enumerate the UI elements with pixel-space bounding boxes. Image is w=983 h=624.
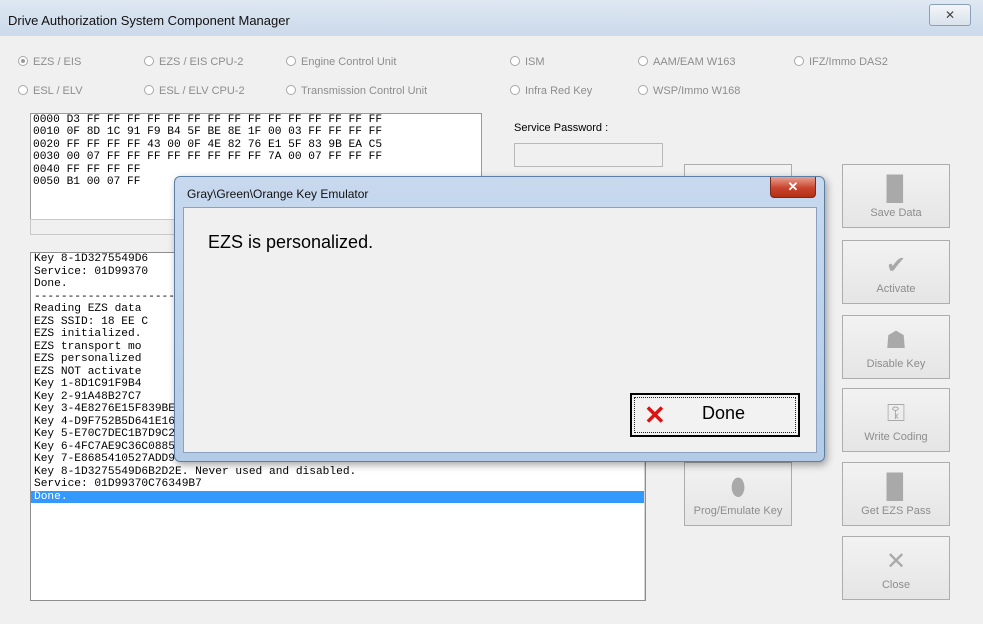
close-x-icon: ✕	[885, 548, 907, 575]
radio-engine-control-unit[interactable]: Engine Control Unit	[286, 56, 396, 68]
disable-key-button[interactable]: ☗ Disable Key	[842, 315, 950, 379]
title-bar: Drive Authorization System Component Man…	[0, 0, 983, 36]
close-button[interactable]: ✕ Close	[842, 536, 950, 600]
done-button[interactable]: ✕ Done	[630, 393, 800, 437]
key-icon: ☗	[885, 327, 907, 354]
prog-emulate-key-button[interactable]: ⬮ Prog/Emulate Key	[684, 462, 792, 526]
main-window: Drive Authorization System Component Man…	[0, 0, 983, 624]
ezs-icon: ▉	[886, 474, 906, 501]
log-line-selected: Done.	[31, 490, 645, 503]
radio-aam-eam-w163[interactable]: AAM/EAM W163	[638, 56, 736, 68]
close-icon: ✕	[787, 179, 799, 194]
activate-button[interactable]: ✔ Activate	[842, 240, 950, 304]
done-button-label: Done	[702, 403, 746, 423]
checkmark-icon: ✔	[885, 252, 907, 279]
service-password-field[interactable]	[514, 143, 663, 167]
save-data-button[interactable]: ▉ Save Data	[842, 164, 950, 228]
write-coding-button[interactable]: ⚿ Write Coding	[842, 388, 950, 452]
window-close-button[interactable]: ✕	[929, 4, 971, 26]
key-write-icon: ⚿	[886, 400, 906, 427]
emulator-dialog: Gray\Green\Orange Key Emulator ✕ EZS is …	[174, 176, 825, 462]
save-icon: ▉	[886, 176, 906, 203]
radio-ezs-eis[interactable]: EZS / EIS	[18, 56, 81, 68]
dialog-title: Gray\Green\Orange Key Emulator	[187, 187, 369, 201]
get-ezs-pass-button[interactable]: ▉ Get EZS Pass	[842, 462, 950, 526]
radio-esl-elv[interactable]: ESL / ELV	[18, 85, 83, 97]
radio-ism[interactable]: ISM	[510, 56, 545, 68]
radio-wsp-immo-w168[interactable]: WSP/Immo W168	[638, 85, 740, 97]
radio-ezs-eis-cpu2[interactable]: EZS / EIS CPU-2	[144, 56, 243, 68]
radio-infra-red-key[interactable]: Infra Red Key	[510, 85, 592, 97]
radio-dot-selected	[18, 56, 28, 66]
hex-line: 0030 00 07 FF FF FF FF FF FF FF FF 7A 00…	[33, 151, 383, 164]
key-fob-icon: ⬮	[730, 474, 746, 501]
log-line: Key 8-1D3275549D6B2D2E. Never used and d…	[34, 465, 357, 478]
radio-ifz-immo-das2[interactable]: IFZ/Immo DAS2	[794, 56, 888, 68]
window-title: Drive Authorization System Component Man…	[8, 13, 290, 28]
hex-line: 0010 0F 8D 1C 91 F9 B4 5F BE 8E 1F 00 03…	[33, 126, 383, 139]
hex-line: 0000 D3 FF FF FF FF FF FF FF FF FF FF FF…	[33, 114, 383, 126]
hex-line: 0040 FF FF FF FF	[33, 163, 141, 176]
hex-line: 0020 FF FF FF FF 43 00 0F 4E 82 76 E1 5F…	[33, 138, 383, 151]
dialog-body: EZS is personalized. ✕ Done	[183, 207, 817, 453]
close-icon: ✕	[944, 8, 956, 22]
service-password-label: Service Password :	[514, 122, 609, 134]
log-line: Service: 01D99370C76349B7	[34, 478, 202, 490]
red-x-icon: ✕	[644, 400, 666, 430]
radio-transmission-control-unit[interactable]: Transmission Control Unit	[286, 85, 427, 97]
dialog-message: EZS is personalized.	[208, 232, 374, 252]
dialog-close-button[interactable]: ✕	[770, 177, 816, 198]
radio-esl-elv-cpu2[interactable]: ESL / ELV CPU-2	[144, 85, 245, 97]
